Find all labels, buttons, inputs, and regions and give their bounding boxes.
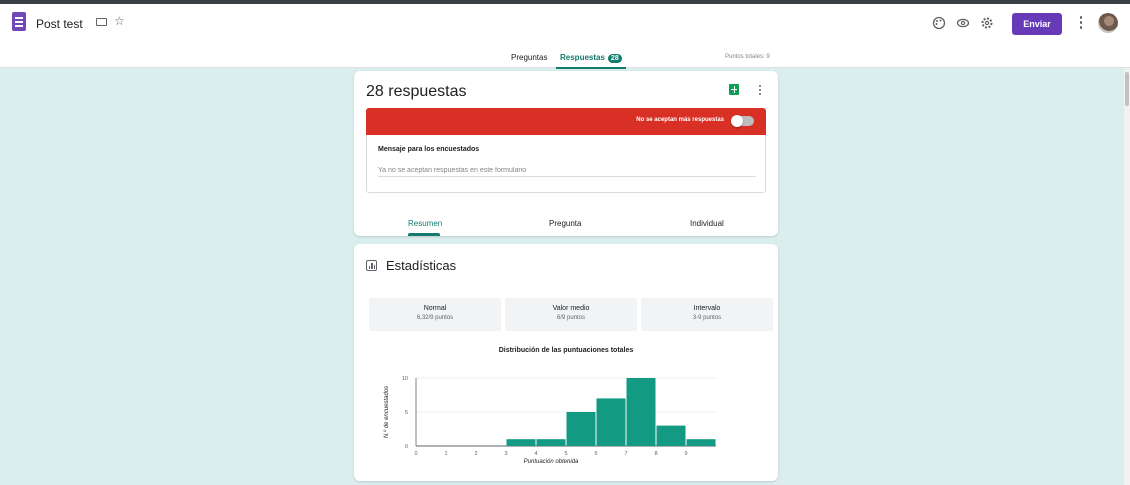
sheets-icon[interactable] xyxy=(729,84,739,95)
stat-median-label: Valor medio xyxy=(552,305,590,312)
bar xyxy=(626,378,656,446)
bar xyxy=(506,439,536,446)
accepting-responses-toggle[interactable] xyxy=(731,115,754,127)
eye-icon[interactable] xyxy=(956,16,970,30)
x-tick-label: 0 xyxy=(414,451,417,457)
toggle-knob xyxy=(731,115,743,127)
x-tick-label: 1 xyxy=(444,451,447,457)
header: Post test ☆ Enviar Preguntas Respuestas 2… xyxy=(0,4,1130,69)
statistics-title: Estadísticas xyxy=(386,258,457,273)
bar xyxy=(656,425,686,446)
stat-median-value: 6/9 puntos xyxy=(556,315,586,321)
accepting-responses-label: No se aceptan más respuestas xyxy=(636,117,724,123)
x-tick-label: 6 xyxy=(594,451,597,457)
form-title[interactable]: Post test xyxy=(36,17,83,31)
palette-icon[interactable] xyxy=(932,16,946,30)
responses-count-badge: 28 xyxy=(607,54,622,63)
stat-median: Valor medio 6/9 puntos xyxy=(505,298,637,331)
x-tick-label: 4 xyxy=(534,451,537,457)
subtab-summary[interactable]: Resumen xyxy=(408,219,442,228)
active-tab-indicator xyxy=(556,67,626,69)
score-distribution-chart: N.º de encuestados Puntuación obtenida 0… xyxy=(383,376,716,465)
chart-title: Distribución de las puntuaciones totales xyxy=(498,347,634,354)
folder-icon[interactable] xyxy=(96,18,107,26)
settings-icon[interactable] xyxy=(980,16,994,30)
scrollbar[interactable] xyxy=(1124,68,1130,485)
bar-chart-icon xyxy=(366,260,377,271)
y-tick-label: 5 xyxy=(405,410,408,416)
response-count: 28 respuestas xyxy=(366,83,467,100)
responses-card: 28 respuestas No se aceptan más respuest… xyxy=(354,71,778,236)
y-axis-label: N.º de encuestados xyxy=(383,386,390,438)
y-tick-label: 0 xyxy=(405,444,408,450)
more-vert-icon[interactable] xyxy=(758,85,762,97)
x-tick-label: 9 xyxy=(684,451,687,457)
forms-app-icon[interactable] xyxy=(12,12,26,31)
x-tick-label: 7 xyxy=(624,451,627,457)
send-button[interactable]: Enviar xyxy=(1012,13,1062,35)
bar xyxy=(566,412,596,446)
respondent-message-box: Mensaje para los encuestados xyxy=(366,135,766,193)
total-points: Puntos totales: 9 xyxy=(725,54,770,60)
x-tick-label: 3 xyxy=(504,451,507,457)
stat-range-value: 3-9 puntos xyxy=(692,315,722,321)
x-tick-label: 5 xyxy=(564,451,567,457)
tab-responses[interactable]: Respuestas 28 xyxy=(560,53,622,63)
main-tabs: Preguntas Respuestas 28 Puntos totales: 9 xyxy=(0,47,1130,69)
scrollbar-thumb[interactable] xyxy=(1125,72,1129,106)
x-tick-label: 8 xyxy=(654,451,657,457)
tab-questions[interactable]: Preguntas xyxy=(511,53,547,62)
subtab-individual[interactable]: Individual xyxy=(690,219,724,228)
y-tick-label: 10 xyxy=(402,376,408,382)
subtab-question[interactable]: Pregunta xyxy=(549,219,581,228)
respondent-message-input[interactable] xyxy=(378,164,756,177)
active-subtab-indicator xyxy=(408,233,440,236)
stat-range: Intervalo 3-9 puntos xyxy=(641,298,773,331)
stat-average: Normal 6,32/9 puntos xyxy=(369,298,501,331)
avatar[interactable] xyxy=(1098,13,1118,33)
accepting-responses-bar: No se aceptan más respuestas xyxy=(366,108,766,135)
stat-range-label: Intervalo xyxy=(693,305,721,312)
bar xyxy=(536,439,566,446)
respondent-message-label: Mensaje para los encuestados xyxy=(378,146,480,153)
statistics-card: Estadísticas Normal 6,32/9 puntos Valor … xyxy=(354,244,778,481)
more-vert-icon[interactable] xyxy=(1078,16,1084,30)
tab-responses-label: Respuestas xyxy=(560,53,605,62)
bar xyxy=(596,398,626,446)
x-axis-label: Puntuación obtenida xyxy=(524,459,579,465)
bar xyxy=(686,439,716,446)
stat-average-value: 6,32/9 puntos xyxy=(416,315,454,321)
stat-average-label: Normal xyxy=(423,305,447,312)
x-tick-label: 2 xyxy=(474,451,477,457)
star-icon[interactable]: ☆ xyxy=(114,14,125,28)
